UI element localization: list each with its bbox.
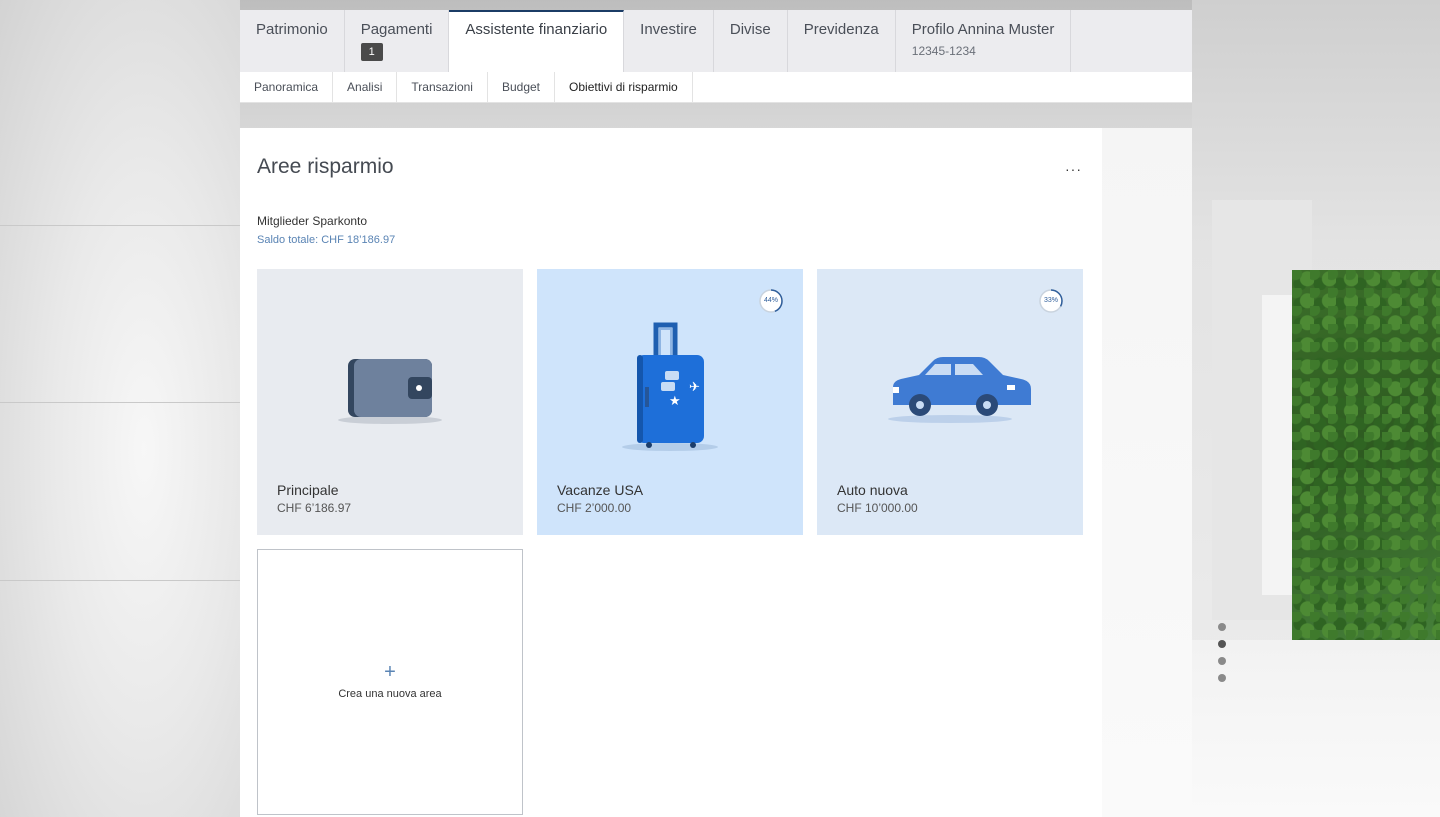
card-name: Auto nuova — [837, 482, 908, 498]
tab-profilo[interactable]: Profilo Annina Muster 12345-1234 — [896, 10, 1072, 72]
page-dot[interactable] — [1218, 657, 1226, 665]
account-total: Saldo totale: CHF 18’186.97 — [257, 234, 396, 246]
tab-label: Investire — [640, 21, 697, 38]
tab-patrimonio[interactable]: Patrimonio — [240, 10, 345, 72]
main-navigation: Patrimonio Pagamenti 1 Assistente finanz… — [240, 10, 1192, 73]
tab-pagamenti[interactable]: Pagamenti 1 — [345, 10, 450, 72]
plus-icon: + — [384, 661, 396, 683]
tab-label: Patrimonio — [256, 21, 328, 38]
card-amount: CHF 10’000.00 — [837, 501, 918, 515]
tab-label: Previdenza — [803, 21, 879, 38]
svg-text:✈: ✈ — [689, 380, 700, 395]
card-amount: CHF 6’186.97 — [277, 501, 352, 515]
tab-divise[interactable]: Divise — [714, 10, 788, 72]
create-area-button[interactable]: + Crea una nuova area — [257, 549, 523, 815]
savings-card-principale[interactable]: Principale CHF 6’186.97 — [257, 269, 523, 535]
card-amount: CHF 2’000.00 — [557, 501, 632, 515]
wallet-icon — [257, 269, 523, 469]
page-dot[interactable] — [1218, 674, 1226, 682]
tab-label: Assistente finanziario — [465, 21, 608, 38]
subtab-transazioni[interactable]: Transazioni — [397, 72, 488, 102]
svg-text:★: ★ — [669, 394, 681, 409]
page-dot[interactable] — [1218, 623, 1226, 631]
notification-badge: 1 — [360, 43, 383, 61]
create-area-label: Crea una nuova area — [338, 688, 442, 700]
subtab-panoramica[interactable]: Panoramica — [240, 72, 334, 102]
subtab-budget[interactable]: Budget — [488, 72, 556, 102]
page-title: Aree risparmio — [257, 155, 394, 178]
page-dots — [1218, 623, 1228, 691]
tab-investire[interactable]: Investire — [624, 10, 714, 72]
page-dot[interactable] — [1218, 640, 1226, 648]
profile-number: 12345-1234 — [911, 44, 976, 58]
tab-label: Profilo Annina Muster — [911, 21, 1055, 38]
savings-card-vacanze-usa[interactable]: 44% ✈ ★ Vacanze USA CHF 2’000.00 — [537, 269, 803, 535]
savings-card-auto-nuova[interactable]: 33% Auto nuova CHF 10’000.00 — [817, 269, 1083, 535]
tab-assistente-finanziario[interactable]: Assistente finanziario — [449, 10, 625, 72]
tab-label: Divise — [729, 21, 771, 38]
tab-previdenza[interactable]: Previdenza — [788, 10, 896, 72]
tab-label: Pagamenti — [360, 21, 433, 38]
plant-wall-image — [1292, 270, 1440, 640]
account-name: Mitglieder Sparkonto — [257, 214, 368, 228]
subtab-obiettivi-di-risparmio[interactable]: Obiettivi di risparmio — [555, 72, 693, 102]
background-right — [1192, 0, 1440, 817]
savings-panel: Aree risparmio ··· Mitglieder Sparkonto … — [240, 128, 1192, 817]
suitcase-icon: ✈ ★ — [537, 269, 803, 469]
background-left — [0, 0, 240, 817]
subtab-analisi[interactable]: Analisi — [333, 72, 398, 102]
card-name: Vacanze USA — [557, 482, 644, 498]
more-options-button[interactable]: ··· — [1065, 161, 1082, 177]
car-icon — [817, 269, 1083, 469]
card-name: Principale — [277, 482, 339, 498]
sub-navigation: Panoramica Analisi Transazioni Budget Ob… — [240, 72, 1192, 103]
